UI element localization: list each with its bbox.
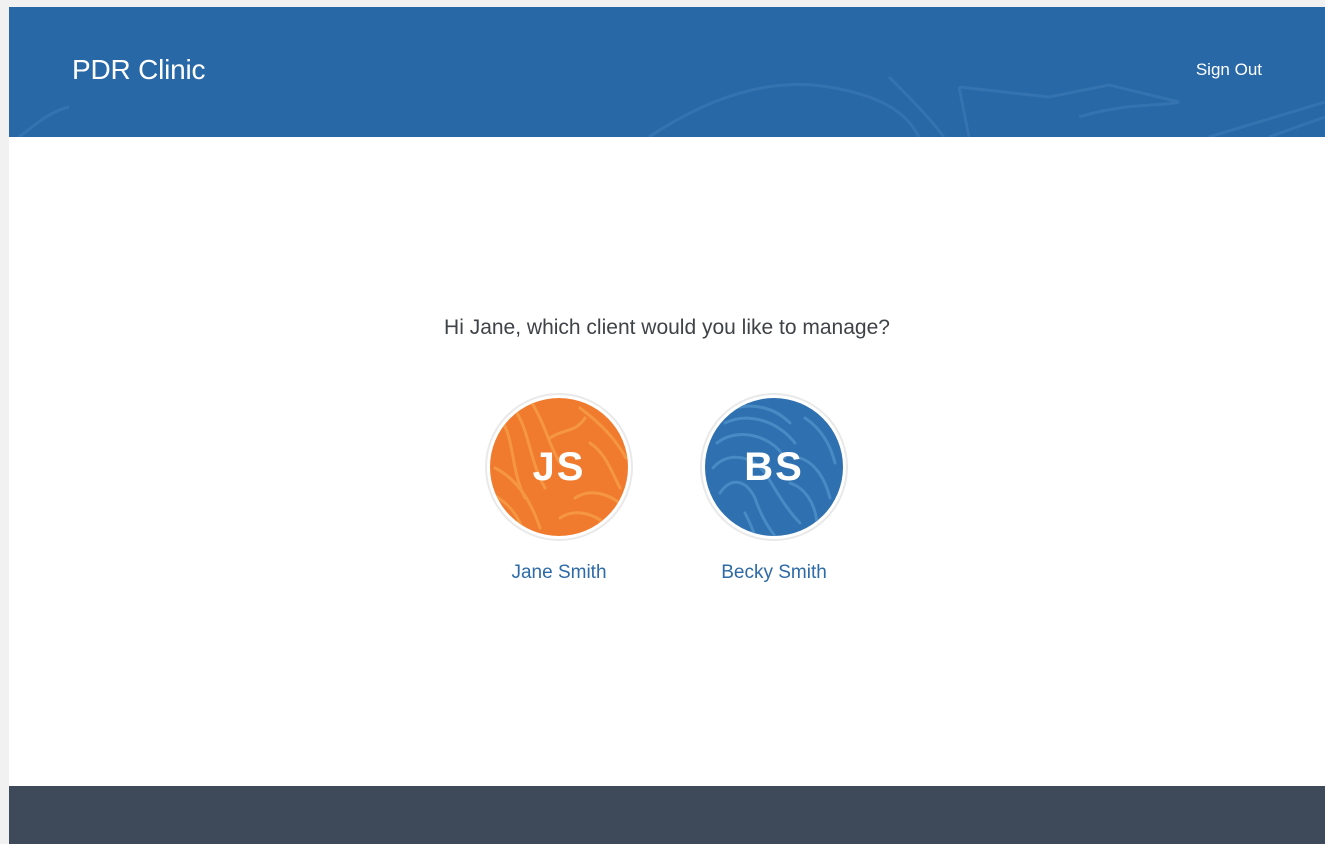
- avatar[interactable]: JS: [485, 393, 633, 541]
- client-select-prompt: Hi Jane, which client would you like to …: [444, 316, 890, 339]
- client-name-link[interactable]: Jane Smith: [484, 561, 634, 585]
- avatar[interactable]: BS: [700, 393, 848, 541]
- avatar-background: JS: [490, 398, 628, 536]
- client-initials: BS: [744, 445, 804, 489]
- sign-out-link[interactable]: Sign Out: [1196, 59, 1262, 81]
- avatar-background: BS: [705, 398, 843, 536]
- app-frame: PDR Clinic Sign Out Hi Jane, which clien…: [9, 7, 1325, 844]
- header-bar: PDR Clinic Sign Out: [9, 7, 1325, 137]
- client-card-becky-smith[interactable]: BS Becky Smith: [699, 393, 849, 585]
- client-card-jane-smith[interactable]: JS Jane Smith: [484, 393, 634, 585]
- footer-bar: [9, 786, 1325, 844]
- client-initials: JS: [532, 445, 586, 489]
- header-pattern: [18, 75, 1325, 137]
- brand-title[interactable]: PDR Clinic: [72, 53, 206, 87]
- client-name-link[interactable]: Becky Smith: [699, 561, 849, 585]
